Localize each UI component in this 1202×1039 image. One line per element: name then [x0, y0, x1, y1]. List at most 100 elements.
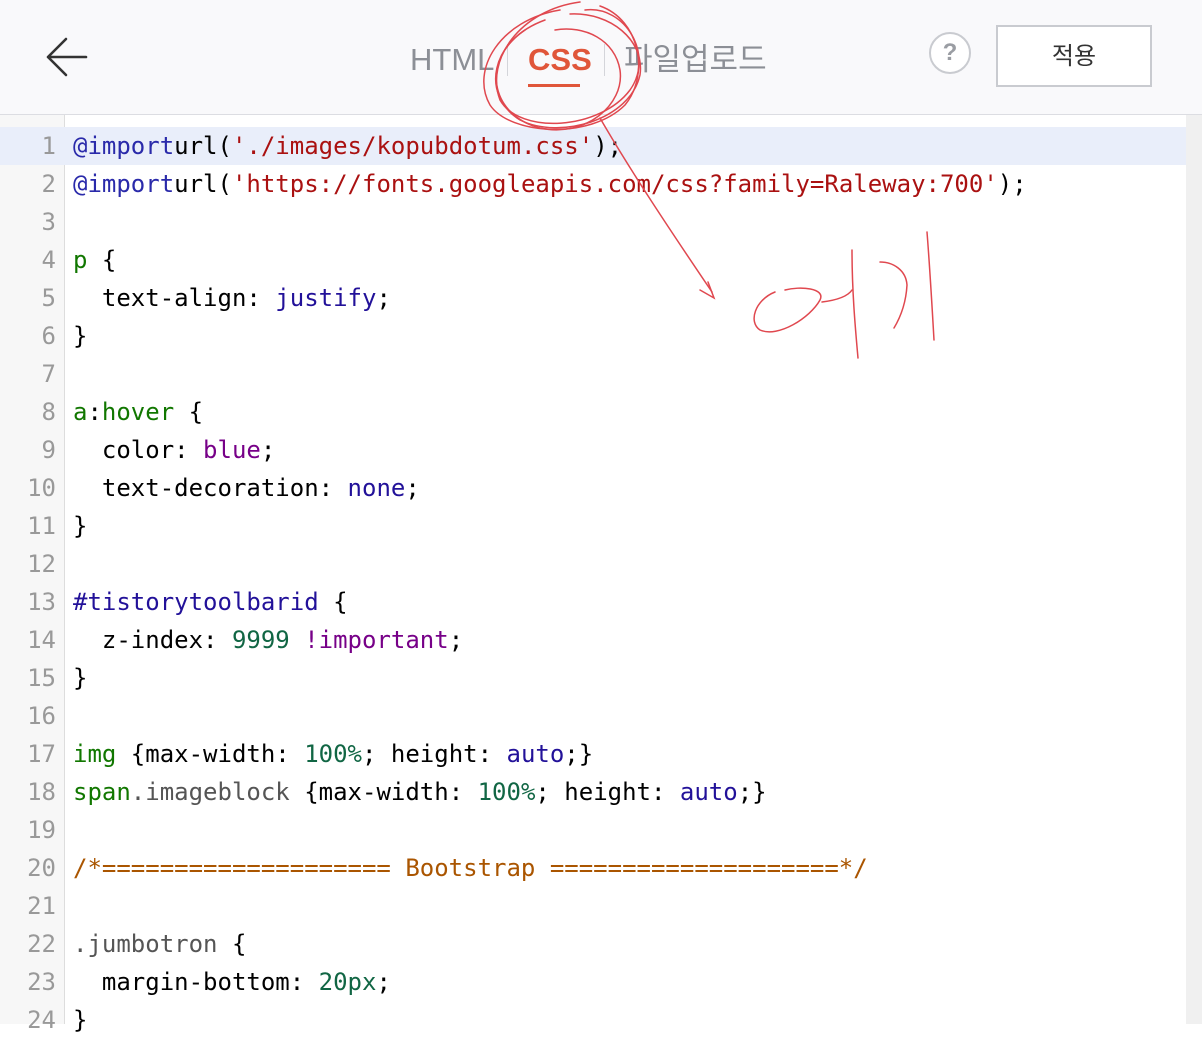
- tab-css[interactable]: CSS: [528, 38, 592, 82]
- editor-scrollbar[interactable]: [1186, 115, 1202, 1024]
- tab-divider: [604, 44, 605, 76]
- code-token: auto: [679, 778, 738, 806]
- code-line[interactable]: 23 margin-bottom: 20px;: [0, 963, 1186, 1001]
- code-token: }: [73, 1006, 88, 1034]
- code-line[interactable]: 21: [0, 887, 1186, 925]
- apply-button[interactable]: 적용: [996, 25, 1152, 87]
- code-token: );: [593, 132, 623, 160]
- code-line[interactable]: 22 .jumbotron {: [0, 925, 1186, 963]
- code-token: 20px: [318, 968, 377, 996]
- code-token: 'https://fonts.googleapis.com/css?family…: [231, 170, 998, 198]
- code-line[interactable]: 17 img {max-width: 100%; height: auto;}: [0, 735, 1186, 773]
- line-number: 6: [41, 322, 56, 350]
- code-token: './images/kopubdotum.css': [231, 132, 594, 160]
- code-token: margin-bottom:: [73, 968, 319, 996]
- code-line[interactable]: 20 /*==================== Bootstrap =====…: [0, 849, 1186, 887]
- tab-html[interactable]: HTML: [410, 38, 494, 82]
- code-token: ; height:: [535, 778, 680, 806]
- line-text: @importurl('https://fonts.googleapis.com…: [73, 165, 1027, 203]
- code-line[interactable]: 6}: [0, 317, 1186, 355]
- code-token: img: [73, 740, 117, 768]
- code-line[interactable]: 12: [0, 545, 1186, 583]
- line-text: @importurl('./images/kopubdotum.css');: [73, 127, 622, 165]
- line-text: color: blue;: [73, 431, 275, 469]
- code-token: {max-width:: [289, 778, 478, 806]
- code-line[interactable]: 9 color: blue;: [0, 431, 1186, 469]
- code-line[interactable]: 15}: [0, 659, 1186, 697]
- code-token: 100%: [477, 778, 536, 806]
- code-token: hover: [101, 398, 175, 426]
- code-line[interactable]: 2 @importurl('https://fonts.googleapis.co…: [0, 165, 1186, 203]
- code-token: !important: [304, 626, 449, 654]
- code-line[interactable]: 3: [0, 203, 1186, 241]
- code-token: .imageblock: [130, 778, 290, 806]
- code-token: }: [73, 512, 88, 540]
- code-token: {: [174, 398, 204, 426]
- code-content[interactable]: 1 @importurl('./images/kopubdotum.css'); 2…: [0, 127, 1186, 1039]
- code-line[interactable]: 13 #tistorytoolbarid {: [0, 583, 1186, 621]
- line-number: 2: [41, 170, 56, 198]
- code-token: ;: [448, 626, 464, 654]
- code-token: ;: [376, 968, 391, 996]
- code-token: /*==================== Bootstrap =======…: [73, 854, 868, 882]
- code-token: {: [87, 246, 117, 274]
- line-text: text-align: justify;: [73, 279, 391, 317]
- line-text: p {: [73, 241, 116, 279]
- line-number: 17: [27, 740, 56, 768]
- line-number: 3: [41, 208, 56, 236]
- code-line[interactable]: 10 text-decoration: none;: [0, 469, 1186, 507]
- line-number: 18: [27, 778, 56, 806]
- line-text: }: [73, 317, 87, 355]
- code-token: auto: [506, 740, 565, 768]
- code-line[interactable]: 16: [0, 697, 1186, 735]
- line-number: 12: [27, 550, 56, 578]
- code-token: ;: [405, 474, 420, 502]
- help-button[interactable]: ?: [929, 32, 971, 74]
- code-line[interactable]: 8 a:hover {: [0, 393, 1186, 431]
- line-number: 7: [41, 360, 56, 388]
- line-text: span.imageblock {max-width: 100%; height…: [73, 773, 767, 811]
- line-number: 15: [27, 664, 56, 692]
- code-token: url(: [174, 132, 232, 160]
- code-token: {: [217, 930, 247, 958]
- line-text: margin-bottom: 20px;: [73, 963, 391, 1001]
- code-line[interactable]: 7: [0, 355, 1186, 393]
- code-token: justify: [275, 284, 377, 312]
- code-line[interactable]: 18 span.imageblock {max-width: 100%; heig…: [0, 773, 1186, 811]
- line-number: 22: [27, 930, 56, 958]
- line-number: 14: [27, 626, 56, 654]
- code-token: ;}: [737, 778, 767, 806]
- code-token: );: [997, 170, 1027, 198]
- code-token: ;}: [564, 740, 594, 768]
- code-token: ;: [376, 284, 391, 312]
- code-token: color:: [73, 436, 204, 464]
- code-editor[interactable]: 1 @importurl('./images/kopubdotum.css'); 2…: [0, 115, 1202, 1034]
- code-token: {max-width:: [116, 740, 305, 768]
- code-line[interactable]: 5 text-align: justify;: [0, 279, 1186, 317]
- line-text: /*==================== Bootstrap =======…: [73, 849, 868, 887]
- line-text: }: [73, 1001, 87, 1039]
- code-line[interactable]: 1 @importurl('./images/kopubdotum.css');: [0, 127, 1186, 165]
- code-line[interactable]: 4 p {: [0, 241, 1186, 279]
- code-line[interactable]: 24}: [0, 1001, 1186, 1039]
- line-number: 16: [27, 702, 56, 730]
- code-token: @import: [73, 132, 175, 160]
- code-line[interactable]: 11}: [0, 507, 1186, 545]
- line-number: 4: [41, 246, 56, 274]
- line-number: 8: [41, 398, 56, 426]
- code-token: 100%: [304, 740, 362, 768]
- code-token: a: [73, 398, 88, 426]
- line-number: 20: [27, 854, 56, 882]
- code-token: }: [73, 664, 88, 692]
- line-number: 1: [41, 132, 56, 160]
- code-token: 9999: [231, 626, 290, 654]
- code-line[interactable]: 19: [0, 811, 1186, 849]
- code-token: span: [73, 778, 131, 806]
- line-text: z-index: 9999 !important;: [73, 621, 463, 659]
- code-line[interactable]: 14 z-index: 9999 !important;: [0, 621, 1186, 659]
- tab-file-upload[interactable]: 파일업로드: [624, 38, 767, 82]
- active-tab-indicator: [528, 84, 580, 87]
- line-text: }: [73, 507, 87, 545]
- tab-divider: [507, 44, 508, 76]
- code-token: blue: [203, 436, 261, 464]
